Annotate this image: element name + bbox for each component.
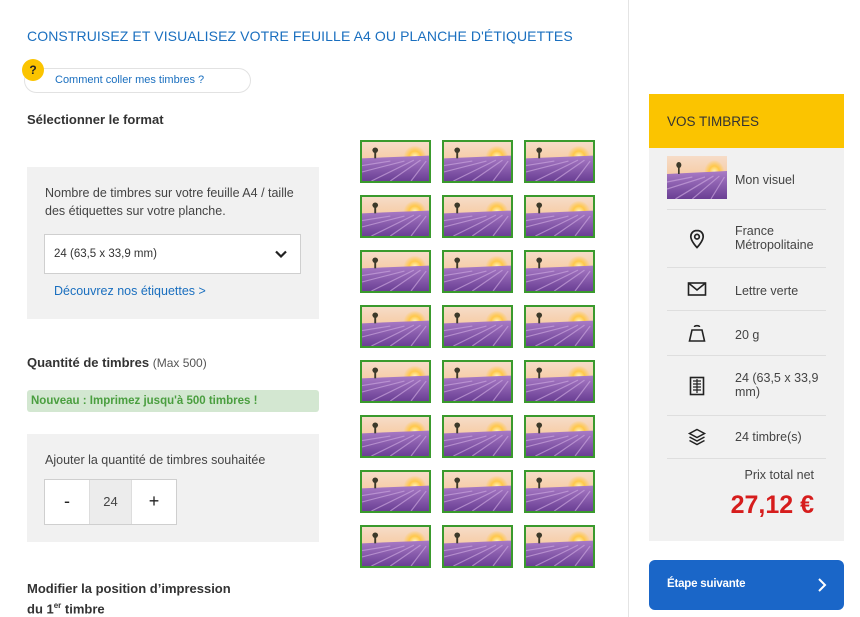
summary-count-row: 24 timbre(s) [667,416,826,459]
quantity-label: Ajouter la quantité de timbres souhaitée [45,453,266,467]
visual-thumbnail [667,156,727,199]
next-step-label: Étape suivante [667,578,746,590]
stamp-preview [524,415,595,458]
stamp-preview [524,470,595,513]
stamp-preview [442,305,513,348]
summary-title: VOS TIMBRES [667,114,760,129]
stamp-preview [360,140,431,183]
page-title: CONSTRUISEZ ET VISUALISEZ VOTRE FEUILLE … [27,28,573,44]
stamp-preview [442,360,513,403]
stamp-preview [442,250,513,293]
new-feature-banner: Nouveau : Imprimez jusqu'à 500 timbres ! [27,390,319,412]
stamp-preview [524,525,595,568]
sheet-icon [689,376,705,396]
format-section-title: Sélectionner le format [27,112,164,127]
stamp-preview [360,415,431,458]
stamp-preview [524,140,595,183]
stamp-preview [360,525,431,568]
chevron-right-icon [818,578,827,592]
envelope-icon [687,282,707,296]
summary-destination-row: France Métropolitaine [667,210,826,268]
summary-count: 24 timbre(s) [735,430,802,444]
summary-panel: VOS TIMBRES Mon visuel France Métropolit… [649,94,844,541]
summary-destination: France Métropolitaine [735,224,814,252]
print-position-title: Modifier la position d’impression du 1er… [27,581,231,617]
decrement-button[interactable]: - [45,480,89,524]
column-divider [628,0,629,617]
quantity-stepper: - 24 + [44,479,177,525]
weight-icon [688,324,706,342]
format-select[interactable]: 24 (63,5 x 33,9 mm) [44,234,301,274]
stamp-preview [524,360,595,403]
stamp-preview [524,305,595,348]
summary-visual: Mon visuel [735,173,795,187]
next-step-button[interactable]: Étape suivante [649,560,844,610]
location-pin-icon [689,229,705,249]
stamp-preview [442,470,513,513]
stamp-preview [442,415,513,458]
format-description: Nombre de timbres sur votre feuille A4 /… [45,186,294,218]
quantity-value[interactable]: 24 [89,480,132,524]
summary-service: Lettre verte [735,284,799,298]
stamp-preview [524,250,595,293]
help-link-pill[interactable]: Comment coller mes timbres ? [24,68,251,93]
format-select-value: 24 (63,5 x 33,9 mm) [54,248,157,260]
new-feature-text: Nouveau : Imprimez jusqu'à 500 timbres ! [31,395,258,407]
help-question-icon: ? [22,59,44,81]
chevron-down-icon [275,250,287,259]
stamp-preview [442,195,513,238]
stamp-preview [442,140,513,183]
increment-button[interactable]: + [132,480,176,524]
stamp-preview [442,525,513,568]
summary-weight-row: 20 g [667,311,826,356]
quantity-title: Quantité de timbres [27,355,150,370]
stamp-preview [360,470,431,513]
summary-visual-row: Mon visuel [667,148,826,210]
summary-header: VOS TIMBRES [649,94,844,148]
stamp-preview [360,360,431,403]
summary-format: 24 (63,5 x 33,9 mm) [735,371,819,399]
discover-labels-link[interactable]: Découvrez nos étiquettes > [54,284,206,298]
help-link[interactable]: Comment coller mes timbres ? [55,74,204,86]
format-panel: Nombre de timbres sur votre feuille A4 /… [27,167,319,319]
stamp-preview [360,305,431,348]
summary-service-row: Lettre verte [667,268,826,311]
total-price-label: Prix total net [744,468,814,482]
layers-icon [687,428,707,446]
quantity-section-title: Quantité de timbres (Max 500) [27,355,207,370]
quantity-max-note: (Max 500) [152,356,207,370]
summary-weight: 20 g [735,328,760,342]
total-price: 27,12 € [730,491,814,519]
summary-format-row: 24 (63,5 x 33,9 mm) [667,356,826,416]
quantity-panel: Ajouter la quantité de timbres souhaitée… [27,434,319,542]
stamp-preview [524,195,595,238]
stamp-preview [360,250,431,293]
stamp-preview [360,195,431,238]
